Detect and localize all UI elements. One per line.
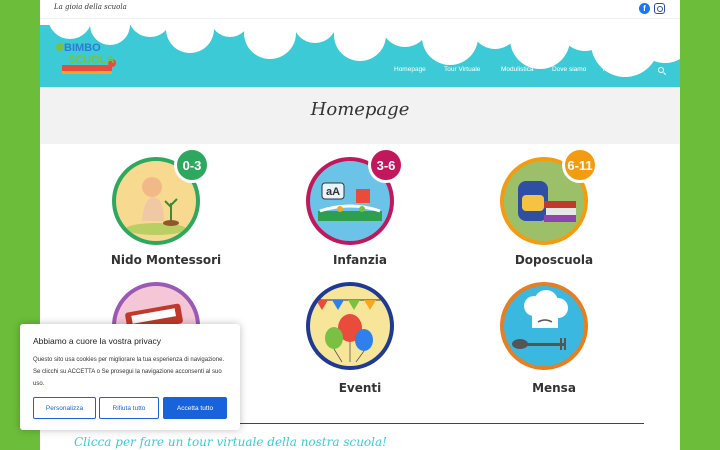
search-icon[interactable] bbox=[658, 67, 664, 73]
cookie-title: Abbiamo a cuore la vostra privacy bbox=[33, 336, 162, 346]
site-header: BIMBO SCUOLA Homepage Tour Virtuale Modu… bbox=[40, 19, 680, 87]
reject-all-button[interactable]: Rifiuta tutto bbox=[99, 397, 159, 419]
top-bar: La gioia della scuola f bbox=[40, 0, 680, 19]
card-label-doposcuola[interactable]: Doposcuola bbox=[474, 253, 634, 267]
logo-line1: BIMBO bbox=[64, 42, 101, 54]
eventi-image[interactable] bbox=[306, 282, 394, 370]
cloud-border bbox=[40, 19, 680, 77]
facebook-icon[interactable]: f bbox=[639, 3, 650, 14]
card-label-infanzia[interactable]: Infanzia bbox=[280, 253, 440, 267]
virtual-tour-link[interactable]: Clicca per fare un tour virtuale della n… bbox=[74, 435, 387, 449]
page-title-band: Homepage bbox=[40, 87, 680, 144]
page-title: Homepage bbox=[310, 99, 410, 120]
chevron-down-icon[interactable]: ⌄ bbox=[632, 64, 637, 72]
badge-6-11: 6-11 bbox=[562, 147, 598, 183]
nav-homepage[interactable]: Homepage bbox=[394, 66, 426, 73]
nav-tour-virtuale[interactable]: Tour Virtuale bbox=[444, 66, 480, 73]
instagram-icon[interactable] bbox=[654, 3, 665, 14]
cookie-consent-banner: Abbiamo a cuore la vostra privacy Questo… bbox=[20, 324, 240, 430]
badge-3-6: 3-6 bbox=[368, 147, 404, 183]
cookie-text: Questo sito usa cookies per migliorare l… bbox=[33, 357, 225, 387]
card-label-mensa[interactable]: Mensa bbox=[474, 381, 634, 395]
logo-line2: SCUOLA bbox=[68, 54, 115, 66]
mensa-image[interactable] bbox=[500, 282, 588, 370]
svg-text:aA: aA bbox=[326, 186, 340, 198]
accept-all-button[interactable]: Accetta tutto bbox=[163, 397, 227, 419]
card-label-nido-montessori[interactable]: Nido Montessori bbox=[86, 253, 246, 267]
badge-0-3: 0-3 bbox=[174, 147, 210, 183]
nav-dove-siamo[interactable]: Dove siamo bbox=[552, 66, 586, 73]
bimbo-scuola-logo[interactable]: BIMBO SCUOLA bbox=[54, 37, 118, 77]
tagline: La gioia della scuola bbox=[54, 3, 127, 11]
nav-la-scuola[interactable]: la scuola bbox=[603, 66, 629, 73]
nav-modulistica[interactable]: Modulistica bbox=[501, 66, 534, 73]
customize-button[interactable]: Personalizza bbox=[33, 397, 96, 419]
card-label-eventi[interactable]: Eventi bbox=[280, 381, 440, 395]
